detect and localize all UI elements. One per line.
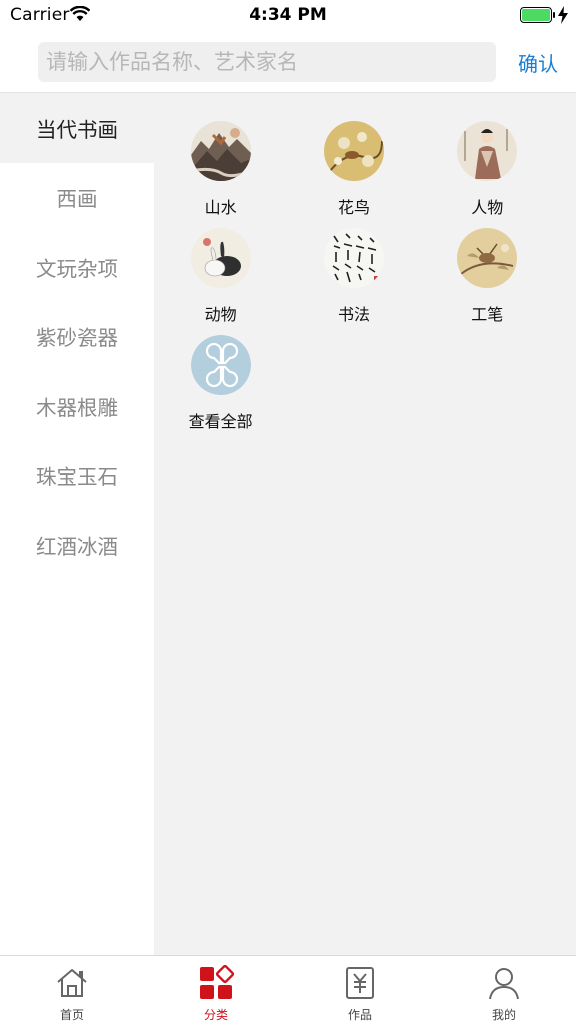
category-icon (200, 965, 234, 999)
subcategory-view-all[interactable]: 查看全部 (154, 335, 287, 442)
tab-category[interactable]: 分类 (144, 956, 288, 1024)
search-header: 确认 (0, 30, 576, 93)
tab-profile[interactable]: 我的 (432, 956, 576, 1024)
tab-artwork-label: 作品 (347, 1008, 372, 1022)
sidebar-item-western-painting[interactable]: 西画 (0, 163, 154, 233)
tab-home-label: 首页 (59, 1008, 84, 1022)
subcategory-label: 山水 (204, 198, 237, 217)
category-sidebar: 当代书画 西画 文玩杂项 紫砂瓷器 木器根雕 珠宝玉石 红酒冰酒 (0, 93, 154, 955)
artwork-yuan-icon (346, 967, 374, 999)
landscape-painting-icon (190, 121, 251, 181)
tab-profile-label: 我的 (491, 1008, 516, 1022)
subcategory-figure[interactable]: 人物 (421, 121, 554, 228)
home-icon (57, 969, 87, 997)
subcategory-gongbi[interactable]: 工笔 (421, 228, 554, 335)
subcategory-panel: 山水 花鸟 人物 动物 书法 工笔 查看全部 (154, 93, 576, 955)
subcategory-landscape[interactable]: 山水 (154, 121, 287, 228)
subcategory-calligraphy[interactable]: 书法 (287, 228, 420, 335)
animal-painting-icon (190, 228, 251, 288)
subcategory-label: 花鸟 (337, 198, 370, 217)
sidebar-item-pottery-porcelain[interactable]: 紫砂瓷器 (0, 302, 154, 372)
battery-icon (520, 7, 555, 23)
tab-home[interactable]: 首页 (0, 956, 144, 1024)
subcategory-label: 查看全部 (188, 412, 253, 431)
sidebar-item-wood-carving[interactable]: 木器根雕 (0, 371, 154, 441)
subcategory-label: 工笔 (471, 305, 504, 324)
subcategory-animal[interactable]: 动物 (154, 228, 287, 335)
search-input[interactable] (38, 42, 496, 82)
profile-icon (489, 968, 519, 1000)
charging-bolt-icon (558, 6, 568, 24)
subcategory-label: 书法 (337, 305, 370, 324)
subcategory-grid: 山水 花鸟 人物 动物 书法 工笔 查看全部 (154, 121, 576, 442)
clock: 4:34 PM (249, 5, 327, 25)
sidebar-item-jewelry-jade[interactable]: 珠宝玉石 (0, 441, 154, 511)
tab-category-label: 分类 (203, 1008, 228, 1022)
sidebar-item-collectibles[interactable]: 文玩杂项 (0, 232, 154, 302)
view-all-icon (190, 335, 251, 395)
sidebar-item-contemporary-painting[interactable]: 当代书画 (0, 93, 154, 163)
subcategory-label: 人物 (471, 198, 504, 217)
flower-bird-painting-icon (323, 121, 384, 181)
confirm-button[interactable]: 确认 (518, 48, 558, 77)
status-bar: Carrier 4:34 PM (0, 0, 576, 30)
subcategory-flower-bird[interactable]: 花鸟 (287, 121, 420, 228)
calligraphy-icon (323, 228, 384, 288)
tab-artwork[interactable]: 作品 (288, 956, 432, 1024)
bottom-tab-bar: 首页 分类 作品 我的 (0, 955, 576, 1024)
subcategory-label: 动物 (204, 305, 237, 324)
sidebar-item-wine[interactable]: 红酒冰酒 (0, 510, 154, 580)
gongbi-painting-icon (457, 228, 518, 288)
figure-painting-icon (457, 121, 518, 181)
